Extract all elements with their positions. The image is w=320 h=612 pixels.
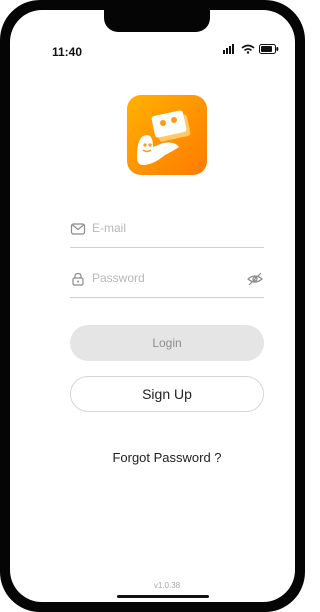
wifi-icon — [241, 41, 255, 59]
home-indicator — [117, 595, 209, 598]
forgot-password-link[interactable]: Forgot Password ? — [70, 450, 264, 465]
app-version: v1.0.38 — [153, 581, 181, 590]
status-time: 11:40 — [52, 45, 83, 59]
notch — [104, 10, 210, 32]
eye-off-icon[interactable] — [246, 270, 264, 288]
email-field[interactable]: E-mail — [70, 217, 264, 248]
signup-button[interactable]: Sign Up — [70, 376, 264, 412]
lock-icon — [70, 271, 86, 287]
status-icons — [223, 42, 285, 58]
signal-icon — [223, 41, 237, 59]
phone-frame: 11:40 E-mail Password Login Sign Up Forg… — [0, 0, 305, 612]
mail-icon — [70, 221, 86, 237]
screen: 11:40 E-mail Password Login Sign Up Forg… — [10, 10, 295, 602]
battery-icon — [259, 41, 279, 59]
password-field[interactable]: Password — [70, 267, 264, 298]
email-placeholder: E-mail — [92, 221, 127, 235]
login-button[interactable]: Login — [70, 325, 264, 361]
app-logo — [127, 95, 207, 175]
password-placeholder: Password — [92, 271, 145, 285]
